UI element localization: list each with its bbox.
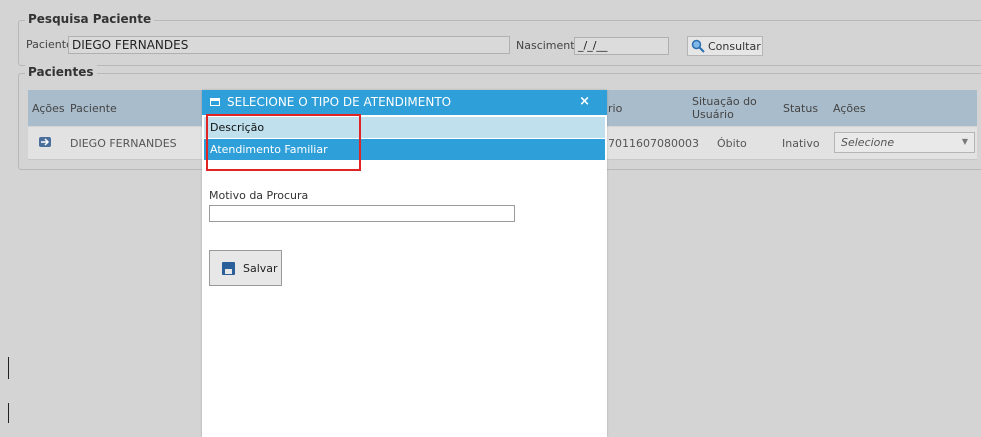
row-situacao: Óbito: [717, 137, 747, 150]
window-icon: [210, 98, 220, 106]
close-icon[interactable]: ×: [579, 94, 590, 109]
consultar-button[interactable]: Consultar: [687, 36, 763, 56]
motivo-label: Motivo da Procura: [209, 189, 309, 202]
motivo-input[interactable]: [209, 205, 515, 222]
col-status: Status: [783, 102, 819, 115]
consultar-label: Consultar: [708, 39, 761, 53]
acoes-select-value: Selecione: [841, 136, 895, 149]
row-cartao: 7011607080003: [608, 137, 699, 150]
salvar-label: Salvar: [243, 261, 278, 275]
col-situacao-line1: Situação do: [692, 95, 757, 108]
col-paciente: Paciente: [70, 102, 117, 115]
select-patient-button[interactable]: [39, 137, 51, 147]
search-icon: [691, 39, 705, 53]
chevron-down-icon: ▼: [961, 137, 968, 146]
left-edge-mark: [8, 357, 9, 379]
col-acoes: Ações: [32, 102, 65, 115]
modal-title: SELECIONE O TIPO DE ATENDIMENTO: [227, 95, 452, 109]
col-situacao-line2: Usuário: [692, 108, 734, 121]
paciente-input[interactable]: DIEGO FERNANDES: [68, 36, 510, 54]
left-edge-mark: [8, 403, 9, 423]
highlight-box: [206, 114, 361, 171]
acoes-select[interactable]: Selecione ▼: [834, 132, 975, 153]
pesquisa-paciente-legend: Pesquisa Paciente: [25, 12, 155, 26]
row-status: Inativo: [782, 137, 820, 150]
pacientes-legend: Pacientes: [25, 65, 97, 79]
nascimento-input[interactable]: _/_/__: [574, 37, 669, 55]
row-paciente: DIEGO FERNANDES: [70, 137, 177, 150]
save-icon: [222, 261, 235, 275]
modal-header: SELECIONE O TIPO DE ATENDIMENTO ×: [202, 90, 607, 115]
col-acoes-2: Ações: [833, 102, 866, 115]
arrow-right-icon: [41, 138, 50, 146]
salvar-button[interactable]: Salvar: [209, 250, 282, 286]
col-cartao: rio: [608, 102, 623, 115]
